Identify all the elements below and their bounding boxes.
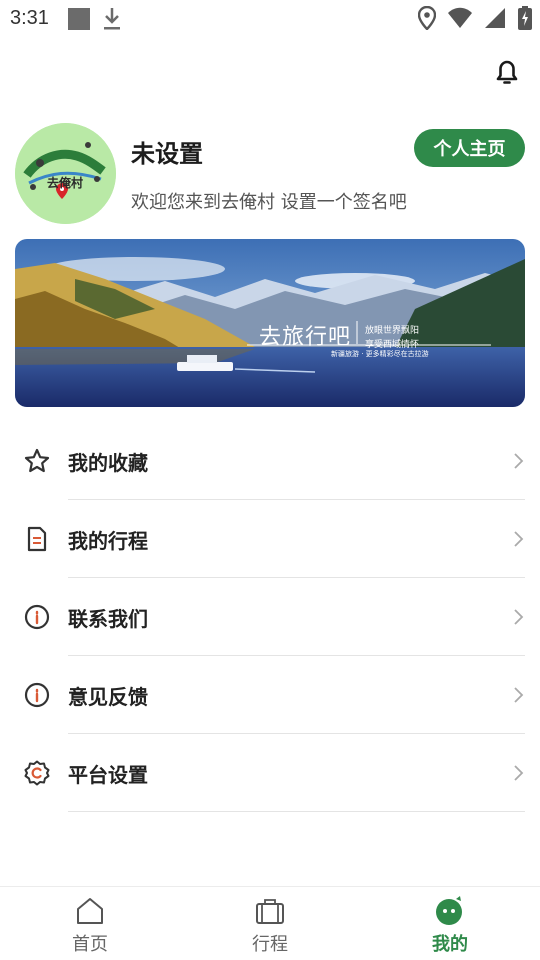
document-icon: [27, 526, 47, 552]
banner[interactable]: 去旅行吧 放眼世界飘阳 享受西域情怀 新疆旅游 · 更多精彩尽在古拉游: [15, 239, 525, 407]
battery-icon: [518, 6, 532, 30]
info-icon: [24, 604, 50, 630]
status-time: 3:31: [10, 7, 49, 29]
banner-tagline-1: 放眼世界飘阳: [365, 326, 420, 336]
menu-item-label: 联系我们: [68, 607, 148, 631]
settings-icon: [24, 760, 50, 786]
banner-subtitle: 新疆旅游 · 更多精彩尽在古拉游: [331, 350, 429, 358]
menu-item-itinerary[interactable]: 我的行程: [0, 500, 540, 578]
nav-label-mine: 我的: [432, 934, 468, 955]
nav-tab-home[interactable]: 首页: [0, 887, 180, 960]
notification-square-icon: [68, 8, 90, 30]
nav-tab-itinerary[interactable]: 行程: [180, 887, 360, 960]
menu-item-label: 意见反馈: [68, 685, 148, 709]
menu-item-contact-us[interactable]: 联系我们: [0, 578, 540, 656]
signature-text[interactable]: 欢迎您来到去俺村 设置一个签名吧: [131, 188, 407, 214]
menu-item-label: 我的收藏: [68, 451, 148, 475]
menu-item-label: 我的行程: [68, 529, 148, 553]
wifi-icon: [448, 7, 472, 28]
signal-icon: [485, 8, 505, 28]
location-icon: [418, 6, 436, 30]
banner-title: 去旅行吧: [259, 325, 352, 350]
nav-tab-mine[interactable]: 我的: [360, 887, 540, 960]
menu-item-favorites[interactable]: 我的收藏: [0, 422, 540, 500]
divider: [68, 811, 525, 812]
avatar[interactable]: 去俺村: [15, 123, 116, 224]
username[interactable]: 未设置: [131, 134, 203, 169]
status-icons: [418, 6, 532, 30]
chevron-right-icon: [514, 687, 524, 703]
nav-label-home: 首页: [72, 934, 108, 955]
download-icon: [104, 8, 120, 30]
menu-item-label: 平台设置: [68, 763, 148, 787]
village-logo-icon: 去俺村: [15, 123, 116, 224]
notification-bell-icon[interactable]: [494, 58, 520, 86]
info-icon: [24, 682, 50, 708]
personal-homepage-button[interactable]: 个人主页: [414, 129, 525, 167]
profile-icon: [436, 896, 462, 925]
menu-list: 我的收藏 我的行程 联系我们 意见反馈 平台设置: [0, 422, 540, 812]
status-bar: 3:31: [0, 0, 540, 40]
home-icon: [77, 898, 103, 924]
chevron-right-icon: [514, 609, 524, 625]
star-icon: [24, 448, 50, 473]
menu-item-feedback[interactable]: 意见反馈: [0, 656, 540, 734]
briefcase-icon: [256, 899, 284, 924]
chevron-right-icon: [514, 453, 524, 469]
nav-label-itinerary: 行程: [252, 934, 288, 955]
chevron-right-icon: [514, 531, 524, 547]
chevron-right-icon: [514, 765, 524, 781]
bottom-navigation: 首页 行程 我的: [0, 886, 540, 960]
menu-item-platform-settings[interactable]: 平台设置: [0, 734, 540, 812]
avatar-logo-text: 去俺村: [47, 175, 83, 190]
